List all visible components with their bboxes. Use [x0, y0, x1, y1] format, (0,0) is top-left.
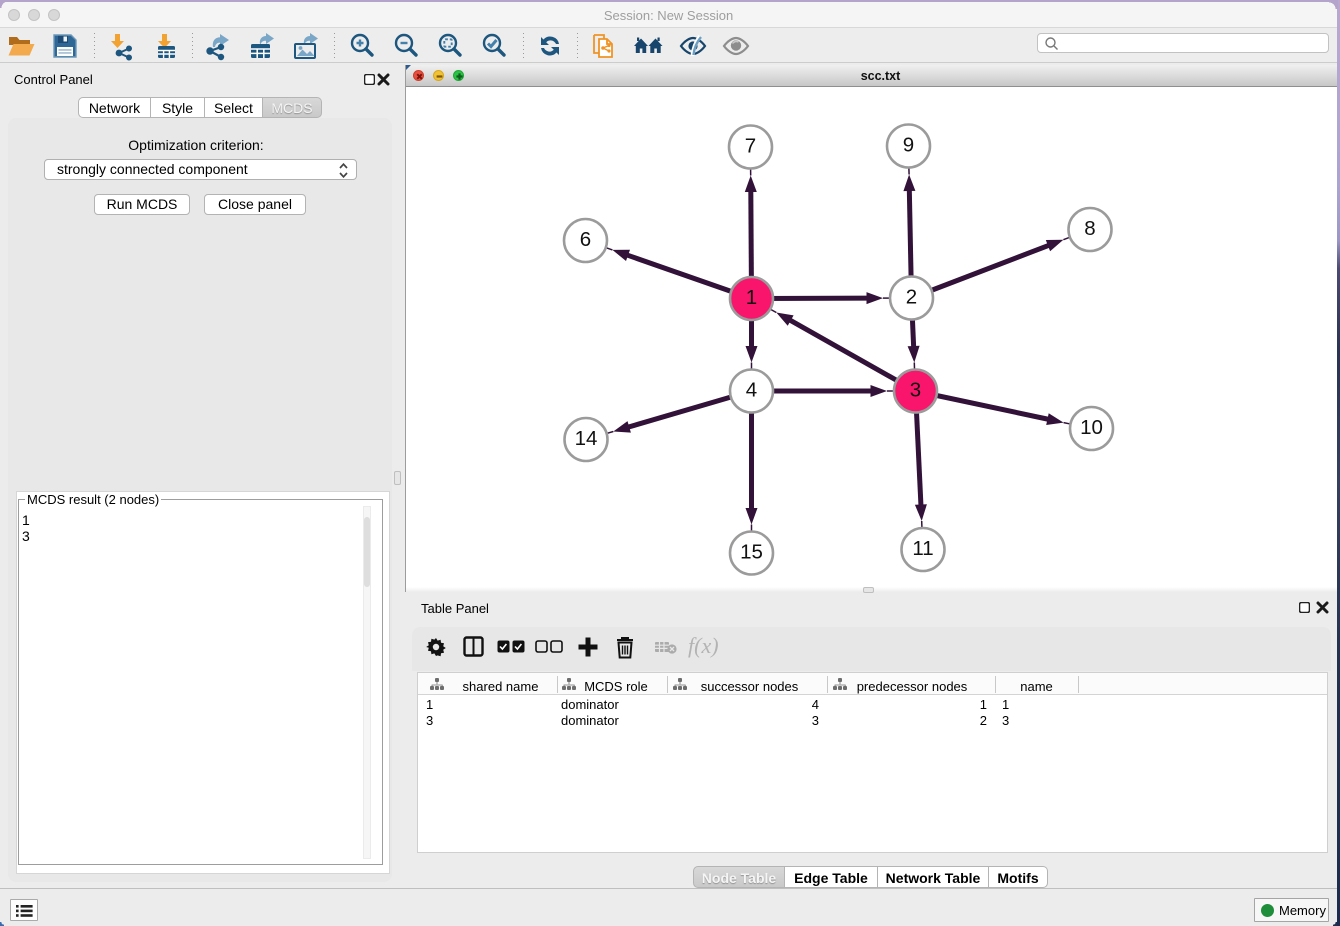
svg-text:10: 10 — [1080, 416, 1103, 439]
svg-text:11: 11 — [912, 537, 933, 560]
svg-text:7: 7 — [745, 135, 756, 158]
svg-text:1: 1 — [746, 286, 757, 309]
svg-text:14: 14 — [575, 427, 598, 450]
svg-text:6: 6 — [580, 228, 591, 251]
svg-text:15: 15 — [740, 541, 763, 564]
svg-text:3: 3 — [910, 379, 921, 402]
svg-text:4: 4 — [746, 379, 757, 402]
svg-text:2: 2 — [906, 286, 917, 309]
svg-text:8: 8 — [1084, 217, 1095, 240]
svg-text:9: 9 — [903, 134, 914, 157]
